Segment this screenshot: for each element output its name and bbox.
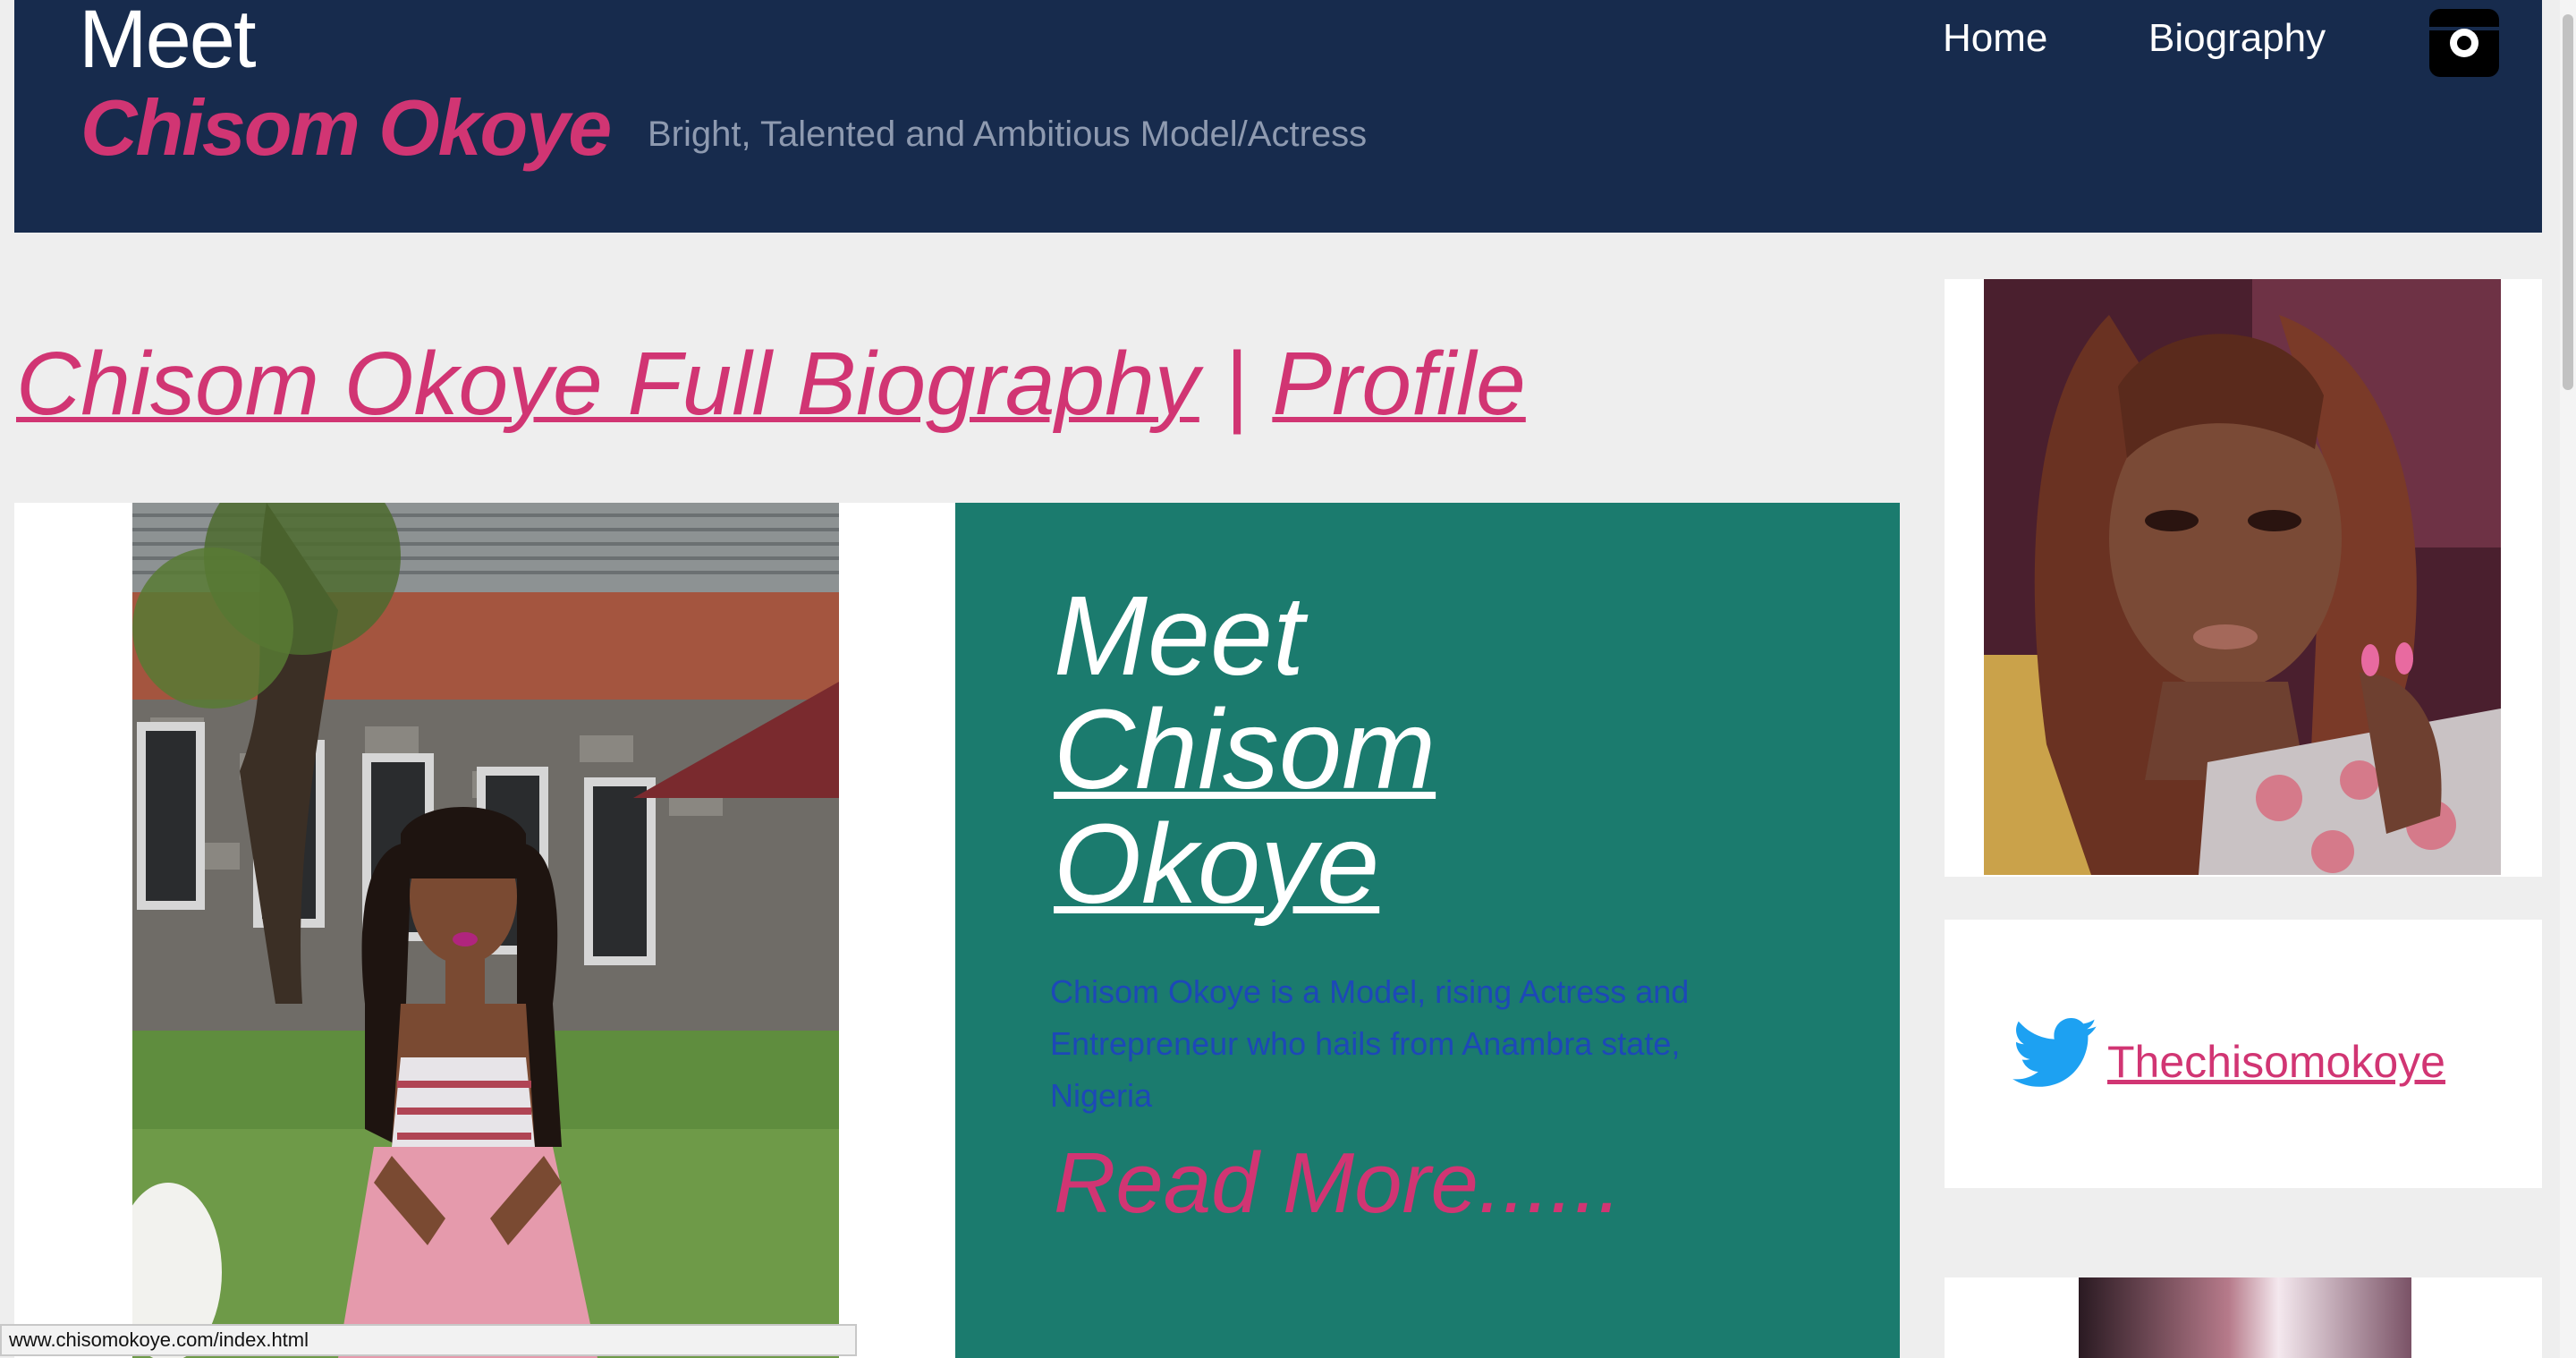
feature-intro-panel: Meet Chisom Okoye Chisom Okoye is a Mode… [955, 503, 1900, 1358]
site-brand-name[interactable]: Chisom Okoye [80, 82, 612, 174]
twitter-icon[interactable] [2012, 1018, 2098, 1090]
sidebar-photo-card [1945, 279, 2542, 877]
feature-section: Meet Chisom Okoye Chisom Okoye is a Mode… [14, 503, 1900, 1358]
feature-name-link[interactable]: Chisom Okoye [1054, 692, 1555, 921]
nav-home-link[interactable]: Home [1943, 16, 2047, 61]
browser-status-bar: www.chisomokoye.com/index.html [0, 1324, 857, 1356]
sidebar-photo-card-2 [1945, 1277, 2542, 1358]
page-title: Chisom Okoye Full Biography | Profile [16, 333, 1526, 436]
sidebar-portrait-photo [1984, 279, 2501, 875]
sidebar-event-photo [2079, 1277, 2411, 1358]
instagram-icon[interactable] [2429, 9, 2499, 77]
scrollbar-thumb[interactable] [2563, 14, 2573, 390]
site-tagline: Bright, Talented and Ambitious Model/Act… [648, 115, 1368, 154]
site-header: Meet Chisom Okoye Bright, Talented and A… [14, 0, 2542, 233]
title-profile-link[interactable]: Profile [1272, 334, 1525, 434]
twitter-card: Thechisomokoye [1945, 920, 2542, 1188]
feature-photo [132, 503, 839, 1358]
twitter-handle-link[interactable]: Thechisomokoye [2107, 1036, 2445, 1088]
title-separator: | [1224, 334, 1248, 434]
title-biography-link[interactable]: Chisom Okoye Full Biography [16, 334, 1199, 434]
site-brand-meet: Meet [79, 0, 257, 85]
nav-biography-link[interactable]: Biography [2148, 16, 2326, 61]
feature-meet-heading: Meet [1054, 573, 1305, 699]
feature-name-last[interactable]: Okoye [1054, 801, 1379, 927]
feature-name-first[interactable]: Chisom [1054, 686, 1436, 812]
read-more-link[interactable]: Read More...... [1054, 1134, 1622, 1233]
feature-description: Chisom Okoye is a Model, rising Actress … [1050, 973, 1690, 1114]
